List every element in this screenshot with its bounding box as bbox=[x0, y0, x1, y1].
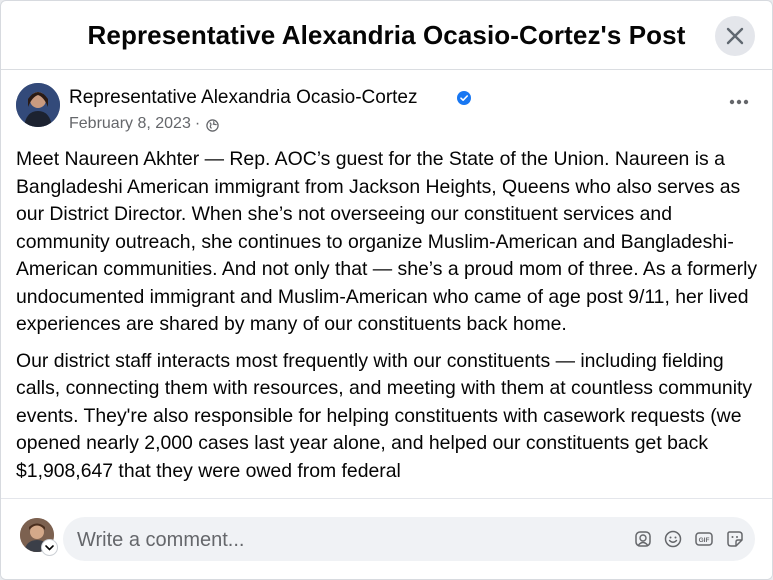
post-meta: February 8, 2023 · bbox=[69, 115, 219, 133]
dialog-header: Representative Alexandria Ocasio-Cortez'… bbox=[1, 1, 772, 70]
post-dialog: Representative Alexandria Ocasio-Cortez'… bbox=[0, 0, 773, 580]
post-text: Meet Naureen Akhter — Rep. AOC’s guest f… bbox=[16, 146, 764, 494]
avatar-sticker-icon[interactable] bbox=[633, 529, 653, 549]
comment-box[interactable]: GIF bbox=[63, 517, 755, 563]
post-date[interactable]: February 8, 2023 bbox=[69, 115, 191, 133]
verified-badge-icon bbox=[457, 91, 471, 105]
gif-icon[interactable]: GIF bbox=[694, 529, 714, 549]
meta-separator: · bbox=[194, 115, 201, 132]
profile-switch-button[interactable] bbox=[41, 539, 58, 556]
close-icon bbox=[726, 27, 744, 45]
globe-icon[interactable] bbox=[206, 118, 219, 132]
comment-composer: GIF bbox=[1, 498, 772, 579]
post-paragraph: Meet Naureen Akhter — Rep. AOC’s guest f… bbox=[16, 148, 758, 335]
post-paragraph: Our district staff interacts most freque… bbox=[16, 349, 753, 482]
emoji-icon[interactable] bbox=[663, 529, 683, 549]
author-avatar[interactable] bbox=[16, 83, 60, 127]
close-button[interactable] bbox=[715, 16, 755, 56]
more-options-button[interactable] bbox=[721, 92, 757, 112]
dialog-title: Representative Alexandria Ocasio-Cortez'… bbox=[87, 20, 686, 50]
more-options-icon bbox=[729, 99, 749, 105]
post-content[interactable]: Representative Alexandria Ocasio-Cortez … bbox=[1, 70, 772, 498]
svg-text:GIF: GIF bbox=[699, 537, 710, 544]
author-name[interactable]: Representative Alexandria Ocasio-Cortez bbox=[69, 87, 418, 109]
sticker-icon[interactable] bbox=[725, 529, 745, 549]
author-avatar-image bbox=[16, 83, 60, 127]
comment-input[interactable] bbox=[75, 517, 619, 563]
chevron-down-icon bbox=[45, 545, 54, 551]
